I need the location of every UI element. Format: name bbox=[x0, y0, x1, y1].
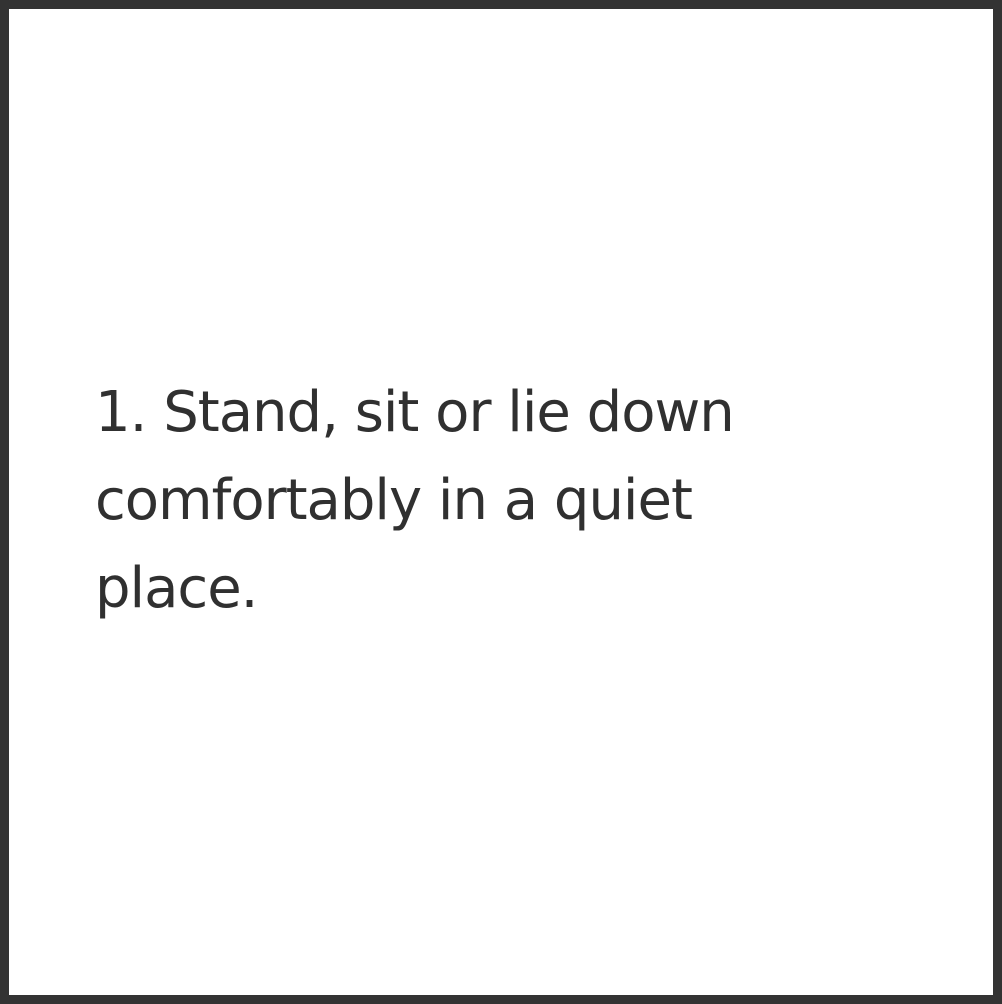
instruction-line-3: place. bbox=[95, 556, 258, 621]
instruction-line-1: 1. Stand, sit or lie down bbox=[95, 380, 735, 445]
instruction-line-2: comfortably in a quiet bbox=[95, 468, 693, 533]
instruction-card: 1. Stand, sit or lie down comfortably in… bbox=[0, 0, 1002, 1004]
instruction-text: 1. Stand, sit or lie down comfortably in… bbox=[95, 369, 895, 633]
